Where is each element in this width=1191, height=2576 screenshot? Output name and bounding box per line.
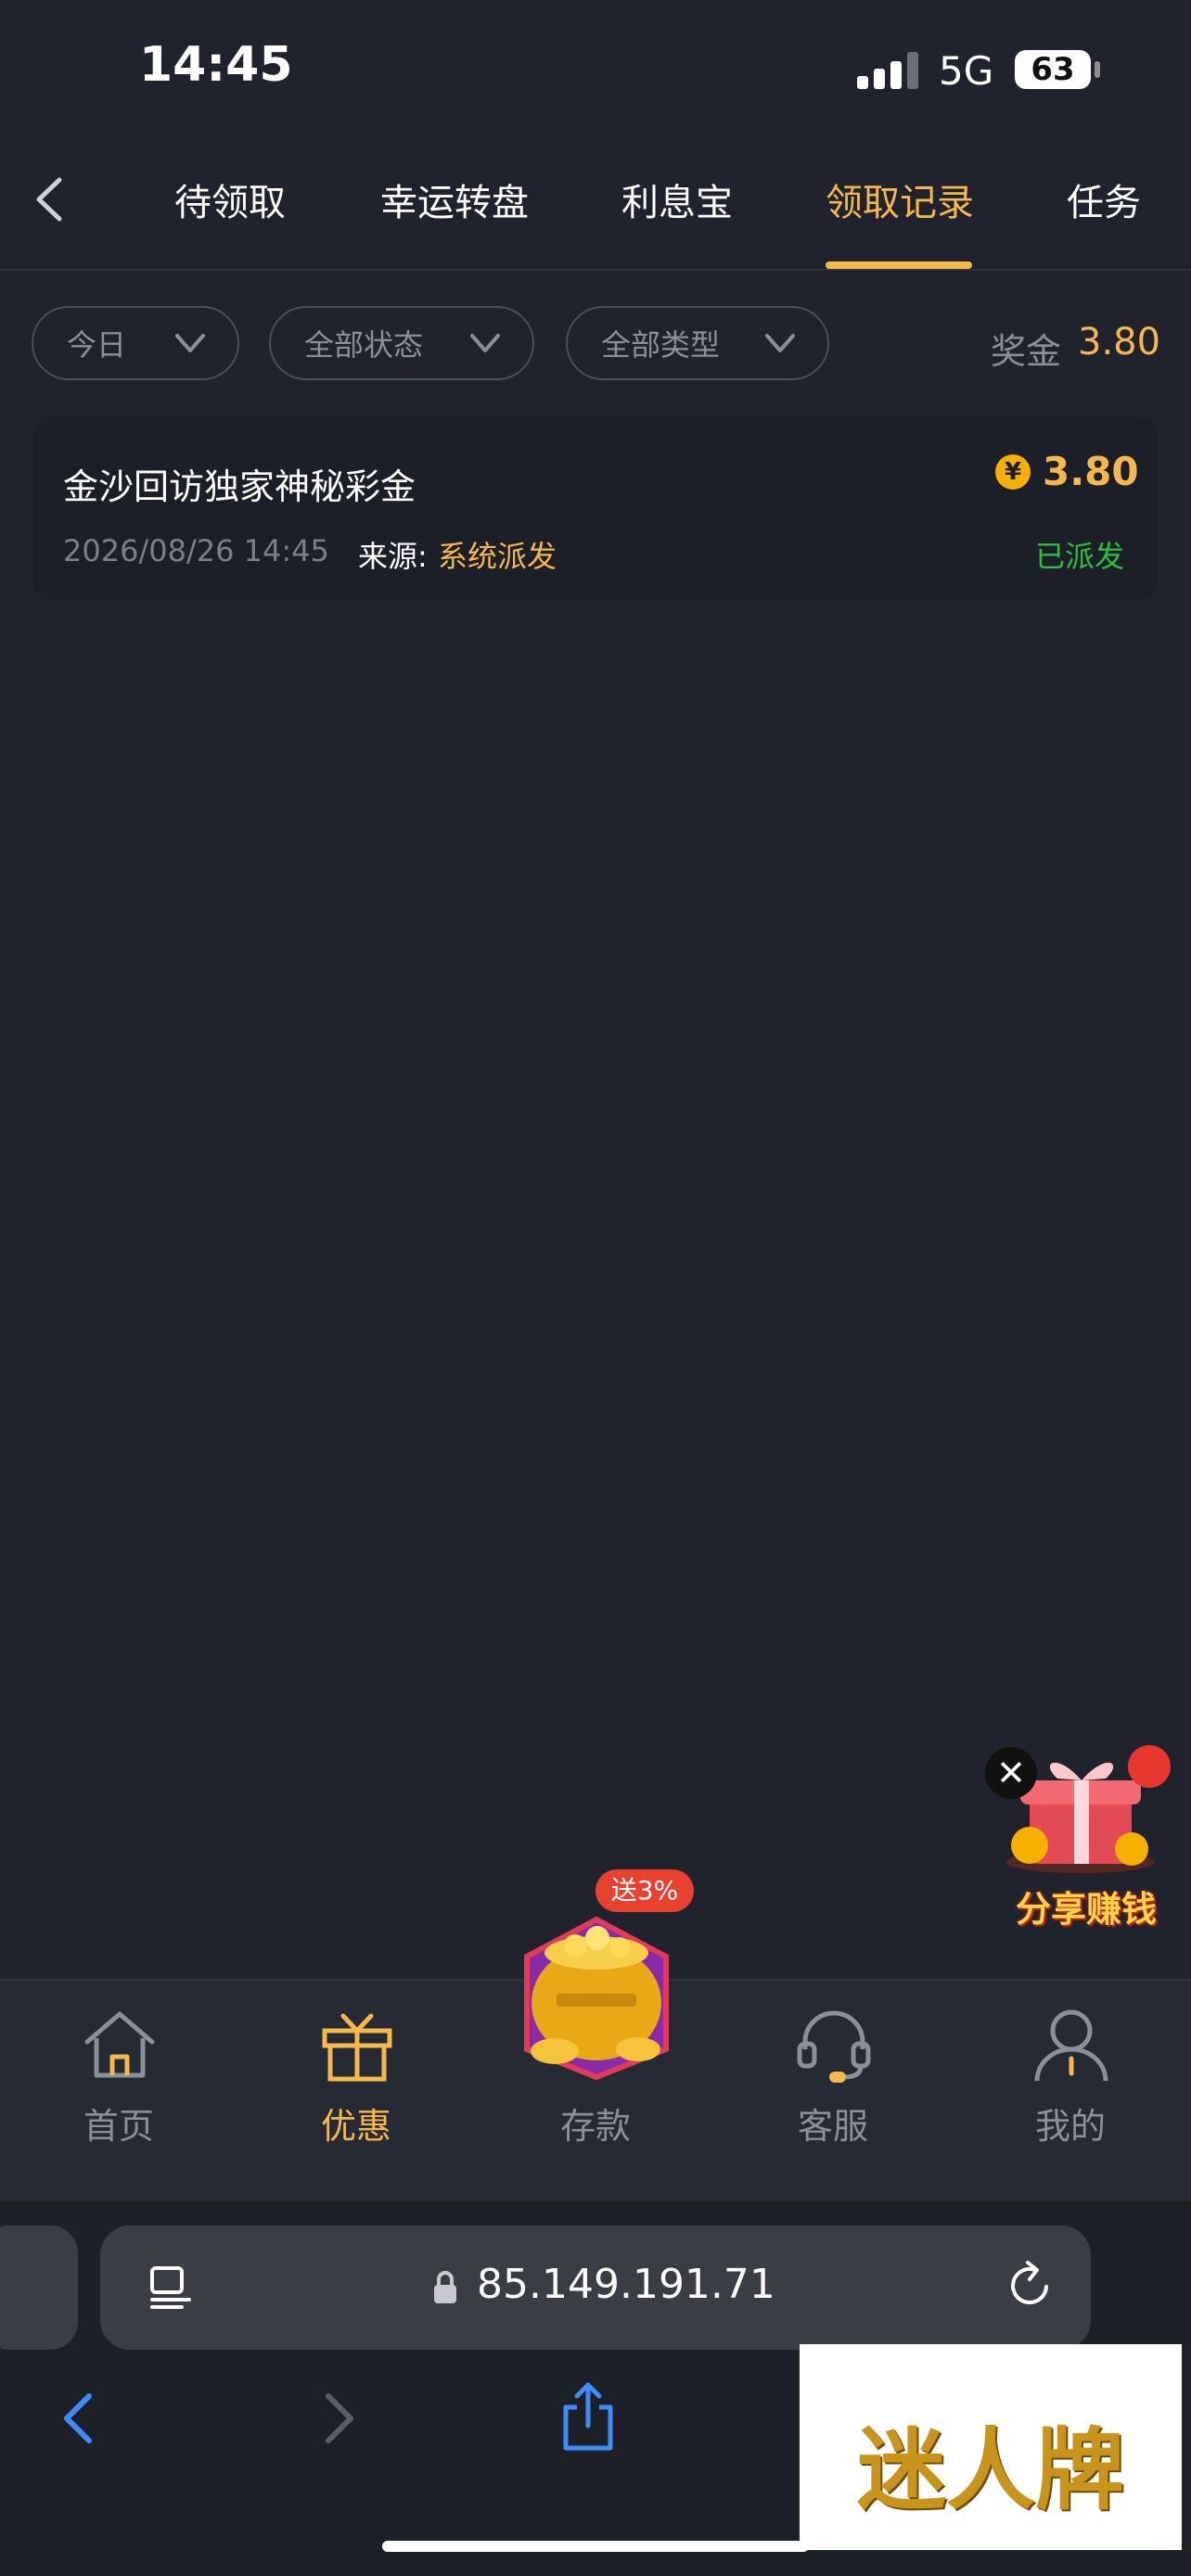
notification-dot xyxy=(1128,1745,1171,1788)
tab-lucky-wheel[interactable]: 幸运转盘 xyxy=(380,172,529,226)
reload-icon[interactable] xyxy=(1004,2259,1056,2311)
share-earn-label[interactable]: 分享赚钱 xyxy=(989,1881,1184,1932)
type-filter-dropdown[interactable]: 全部类型 xyxy=(566,306,829,380)
tab-interest[interactable]: 利息宝 xyxy=(621,172,733,226)
record-date: 2026/08/26 14:45 xyxy=(63,533,329,568)
home-indicator xyxy=(382,2541,809,2552)
record-source-label: 来源: xyxy=(358,539,428,574)
record-title: 金沙回访独家神秘彩金 xyxy=(63,466,416,507)
type-filter-label: 全部类型 xyxy=(601,327,721,363)
gift-icon[interactable] xyxy=(315,2003,399,2086)
status-filter-label: 全部状态 xyxy=(304,327,424,363)
headset-icon[interactable] xyxy=(792,2003,876,2086)
record-status: 已派发 xyxy=(1035,539,1125,574)
tab-support-label[interactable]: 客服 xyxy=(768,2098,898,2149)
browser-back-icon[interactable] xyxy=(59,2391,96,2446)
share-icon[interactable] xyxy=(558,2379,618,2452)
date-filter-dropdown[interactable]: 今日 xyxy=(32,306,239,380)
bonus-total-label: 奖金 xyxy=(991,331,1062,372)
url-text[interactable]: 85.149.191.71 xyxy=(477,2261,775,2308)
network-type: 5G xyxy=(939,48,994,94)
battery-cap xyxy=(1095,61,1100,78)
home-icon[interactable] xyxy=(78,2003,161,2086)
tab-promotions-label[interactable]: 优惠 xyxy=(291,2098,421,2149)
watermark-text: 迷人牌 xyxy=(857,2418,1124,2522)
profile-icon[interactable] xyxy=(1030,2003,1113,2086)
chevron-down-icon xyxy=(765,334,795,352)
coin-icon: ¥ xyxy=(995,454,1031,490)
treasure-pot-icon[interactable] xyxy=(501,1892,692,2083)
status-filter-dropdown[interactable]: 全部状态 xyxy=(269,306,534,380)
cellular-signal-icon xyxy=(857,52,918,89)
lock-icon xyxy=(434,2271,456,2303)
previous-tab-pill[interactable] xyxy=(0,2225,78,2350)
back-chevron-icon[interactable] xyxy=(32,176,69,223)
status-time: 14:45 xyxy=(139,37,293,93)
battery-indicator: 63 xyxy=(1015,50,1091,89)
date-filter-label: 今日 xyxy=(67,327,127,363)
browser-forward-icon[interactable] xyxy=(321,2391,358,2446)
tab-pending[interactable]: 待领取 xyxy=(174,172,286,226)
record-source-value: 系统派发 xyxy=(438,539,557,574)
page-menu-icon[interactable] xyxy=(148,2264,193,2311)
tab-profile-label[interactable]: 我的 xyxy=(1005,2098,1135,2149)
promo-badge: 送3% xyxy=(596,1869,694,1912)
tab-claim-records[interactable]: 领取记录 xyxy=(826,172,974,226)
tab-deposit-label[interactable]: 存款 xyxy=(531,2098,660,2149)
bonus-total-value: 3.80 xyxy=(1078,321,1161,363)
chevron-down-icon xyxy=(175,334,205,352)
tab-home-label[interactable]: 首页 xyxy=(54,2098,184,2149)
chevron-down-icon xyxy=(470,334,500,352)
close-widget-button[interactable]: ✕ xyxy=(985,1747,1037,1799)
record-amount: 3.80 xyxy=(1043,449,1139,494)
active-tab-indicator xyxy=(826,261,972,269)
tab-tasks[interactable]: 任务 xyxy=(1067,172,1141,226)
